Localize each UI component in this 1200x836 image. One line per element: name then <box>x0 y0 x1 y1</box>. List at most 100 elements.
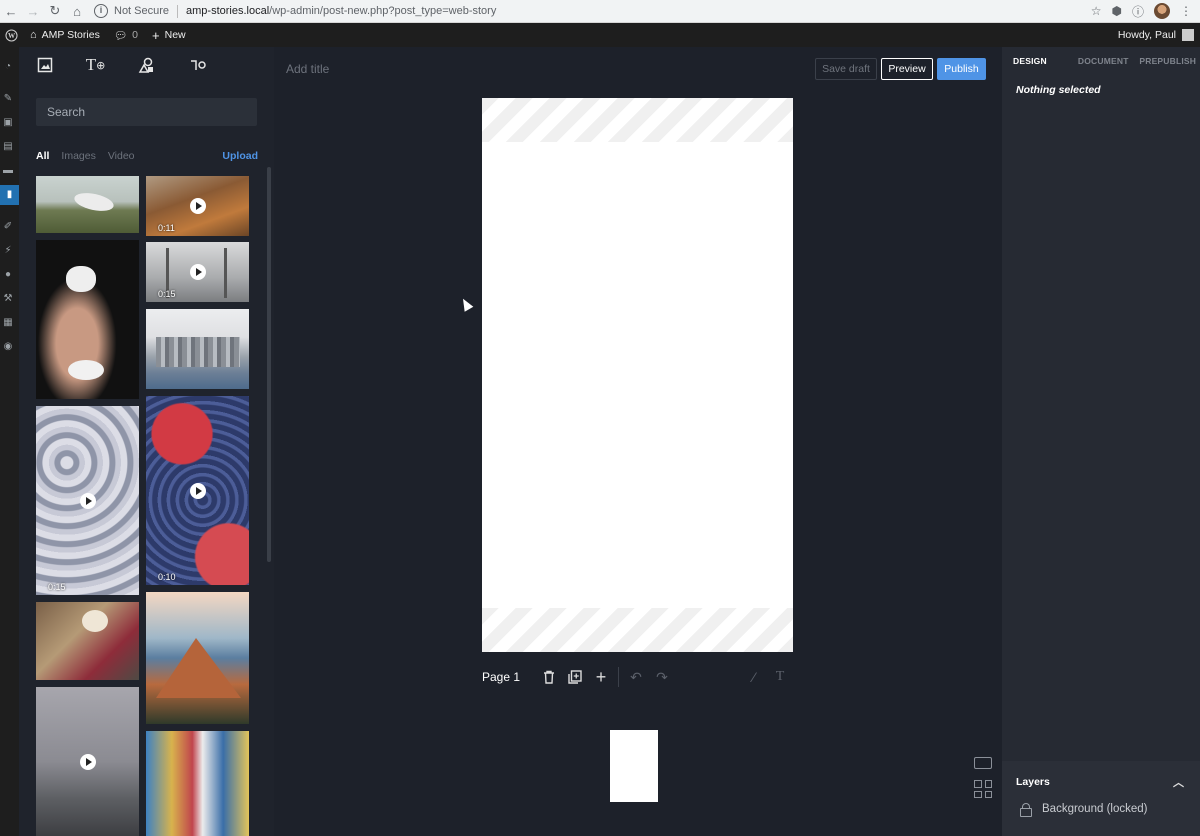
pages-icon[interactable]: ▤ <box>2 141 14 153</box>
filter-all[interactable]: All <box>36 150 49 162</box>
preview-button[interactable]: Preview <box>881 58 933 80</box>
users-icon[interactable]: ● <box>2 269 14 281</box>
text-style-icon[interactable]: T <box>767 664 793 690</box>
duration-label: 0:15 <box>158 289 176 299</box>
profile-avatar[interactable] <box>1154 3 1170 19</box>
story-page-canvas[interactable] <box>482 98 793 652</box>
media-item[interactable]: 0:15 <box>36 406 139 595</box>
plus-icon: + <box>152 27 160 43</box>
account-menu[interactable]: Howdy, Paul <box>1118 29 1194 41</box>
layer-label: Background (locked) <box>1042 803 1148 815</box>
media-filters: All Images Video Upload <box>36 150 258 162</box>
site-name-link[interactable]: ⌂ AMP Stories <box>30 29 100 41</box>
media-item[interactable] <box>146 592 249 724</box>
magic-wand-icon[interactable]: ⁄ <box>741 664 767 690</box>
delete-page-icon[interactable] <box>536 664 562 690</box>
url-host: amp-stories.local <box>186 5 270 17</box>
grid-view-icon[interactable] <box>974 780 992 798</box>
comments-link[interactable]: 💬︎ 0 <box>114 29 138 42</box>
media-item[interactable] <box>146 731 249 836</box>
tools-icon[interactable]: ⚒︎ <box>2 293 14 305</box>
menu-dots-icon[interactable]: ⋮ <box>1180 4 1192 18</box>
posts-icon[interactable]: ✎ <box>2 93 14 105</box>
lock-icon <box>1020 803 1032 817</box>
title-input[interactable]: Add title <box>286 62 329 76</box>
media-tab-icon[interactable] <box>19 47 70 83</box>
library-scrollbar[interactable] <box>267 167 271 562</box>
add-page-icon[interactable]: + <box>588 664 614 690</box>
publish-button[interactable]: Publish <box>937 58 986 80</box>
wordpress-logo-icon[interactable]: W <box>2 26 20 44</box>
media-item[interactable] <box>36 176 139 233</box>
settings-icon[interactable]: ▦ <box>2 317 14 329</box>
play-icon <box>79 492 96 509</box>
chevron-up-icon[interactable]: ︿ <box>1173 774 1184 790</box>
mouse-cursor <box>458 296 474 312</box>
divider <box>177 4 179 18</box>
media-item[interactable] <box>36 687 139 836</box>
tab-design[interactable]: DESIGN <box>1002 56 1071 66</box>
forward-icon[interactable]: → <box>22 0 44 22</box>
page-thumbnail[interactable] <box>610 730 658 802</box>
layers-header[interactable]: Layers ︿ <box>1002 761 1200 803</box>
inspector-tabs: DESIGN DOCUMENT PREPUBLISH <box>1002 47 1200 75</box>
comments-icon[interactable]: ▬ <box>2 165 14 177</box>
filter-images[interactable]: Images <box>61 150 95 162</box>
effects-tab-icon[interactable] <box>172 47 223 83</box>
duplicate-page-icon[interactable] <box>562 664 588 690</box>
shapes-tab-icon[interactable] <box>121 47 172 83</box>
safe-zone-bottom <box>482 608 793 652</box>
collapse-icon[interactable]: ◉ <box>2 341 14 353</box>
upload-link[interactable]: Upload <box>222 150 258 162</box>
layers-panel: Layers ︿ Background (locked) <box>1002 761 1200 836</box>
extension-icon[interactable]: ⬢ <box>1112 4 1122 18</box>
layers-title: Layers <box>1016 776 1050 788</box>
library-panel: T ⊕ Search All Images Video Upload 0:15 0… <box>19 47 274 836</box>
info-icon[interactable]: i <box>94 4 108 18</box>
wp-admin-bar: W ⌂ AMP Stories 💬︎ 0 + New Howdy, Paul <box>0 23 1200 47</box>
editor-canvas-area: Add title Save draft Preview Publish Pag… <box>274 47 1002 836</box>
url-path: /wp-admin/post-new.php?post_type=web-sto… <box>269 5 497 17</box>
text-tab-icon[interactable]: T ⊕ <box>70 47 121 83</box>
media-item[interactable] <box>36 240 139 399</box>
extension-info-icon[interactable]: ⓘ <box>1132 3 1144 20</box>
appearance-icon[interactable]: ✐ <box>2 221 14 233</box>
duration-label: 0:10 <box>158 572 176 582</box>
new-content-link[interactable]: + New <box>152 28 186 43</box>
back-icon[interactable]: ← <box>0 0 22 22</box>
tab-document[interactable]: DOCUMENT <box>1071 56 1135 66</box>
browser-toolbar: ← → ↻ ⌂ i Not Secure amp-stories.local/w… <box>0 0 1200 23</box>
home-icon[interactable]: ⌂ <box>66 0 88 22</box>
play-icon <box>189 482 206 499</box>
address-bar[interactable]: i Not Secure amp-stories.local/wp-admin/… <box>94 4 1091 18</box>
media-item[interactable] <box>36 602 139 680</box>
site-name: AMP Stories <box>41 29 100 41</box>
undo-icon[interactable]: ↶ <box>623 664 649 690</box>
media-item[interactable] <box>146 309 249 389</box>
filter-video[interactable]: Video <box>108 150 135 162</box>
media-icon[interactable]: ▣ <box>2 117 14 129</box>
stories-icon[interactable]: ▮ <box>0 185 19 205</box>
layer-item[interactable]: Background (locked) <box>1002 803 1200 817</box>
reload-icon[interactable]: ↻ <box>44 0 66 22</box>
play-icon <box>189 264 206 280</box>
save-draft-button[interactable]: Save draft <box>815 58 877 80</box>
howdy-label: Howdy, Paul <box>1117 29 1176 41</box>
toolbar-divider <box>618 667 620 687</box>
plugins-icon[interactable]: ⚡︎ <box>2 245 14 257</box>
svg-text:W: W <box>7 32 15 40</box>
media-item[interactable]: 0:10 <box>146 396 249 585</box>
play-icon <box>189 198 206 214</box>
comment-icon: 💬︎ <box>113 29 128 42</box>
page-label: Page 1 <box>482 670 521 684</box>
redo-icon[interactable]: ↷ <box>649 664 675 690</box>
tab-prepublish[interactable]: PREPUBLISH <box>1136 56 1200 66</box>
media-item[interactable]: 0:11 <box>146 176 249 236</box>
security-label: Not Secure <box>114 5 170 17</box>
dashboard-icon[interactable]: ◔ <box>2 61 14 73</box>
keyboard-icon[interactable] <box>974 757 992 769</box>
media-item[interactable]: 0:15 <box>146 242 249 302</box>
search-input[interactable]: Search <box>36 98 257 126</box>
duration-label: 0:15 <box>48 582 66 592</box>
star-icon[interactable]: ☆ <box>1091 4 1102 18</box>
